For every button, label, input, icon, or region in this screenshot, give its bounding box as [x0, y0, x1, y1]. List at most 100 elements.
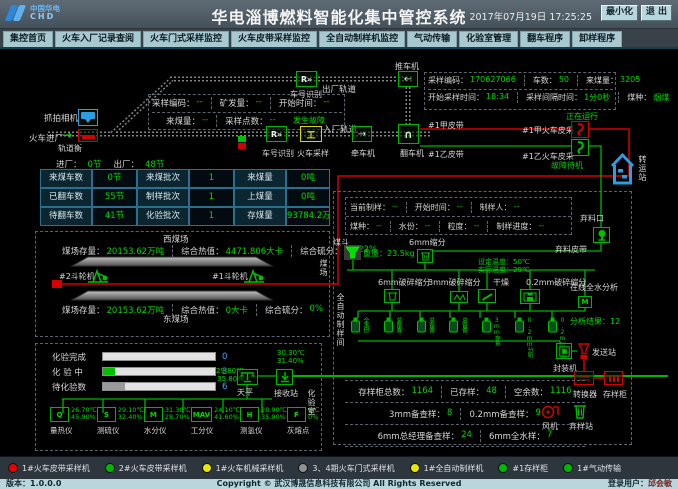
east-yard-title: 东煤场	[163, 313, 189, 325]
track-scale-label: 轨道衡	[58, 143, 82, 154]
nav-tab[interactable]: 卸样程序	[572, 31, 622, 47]
sampler-panel-row2: 煤种：--水份：--粒度：--制样进度：--	[346, 219, 571, 232]
progress-row: 待化验数 6	[52, 379, 234, 394]
nav-tab[interactable]: 化验室管理	[459, 31, 518, 47]
crush6-label: 6mm破碎缩分	[378, 277, 431, 288]
instrument-code-box[interactable]: MAV	[191, 407, 212, 422]
instrument-env: 24.10℃41.60%	[214, 407, 240, 422]
minimize-button[interactable]: 最小化	[601, 5, 638, 21]
sender-station-label: 发送站	[592, 347, 616, 358]
bottle-icon	[547, 317, 558, 333]
table-value-cell: 0节	[92, 169, 137, 188]
crush6-machine-icon[interactable]	[384, 289, 400, 303]
exit-button[interactable]: 退 出	[641, 5, 672, 21]
instrument-env: 31.30℃28.70%	[165, 407, 191, 422]
info-pair: 煤种：烟煤	[618, 92, 669, 103]
info-pair: 矿发量：--	[211, 97, 262, 109]
nav-tab[interactable]: 火车入厂记录查阅	[55, 31, 141, 47]
coal-hopper-icon[interactable]	[344, 245, 361, 260]
discard-port-icon[interactable]	[593, 227, 610, 243]
car-puller-label: 牵车机	[351, 148, 375, 159]
nav-tab[interactable]: 火车门式采样监控	[143, 31, 229, 47]
bottle-icon	[350, 317, 361, 333]
nav-tab[interactable]: 气动传输	[407, 31, 457, 47]
instrument-name: 水分仪	[144, 425, 167, 436]
dryer-icon[interactable]	[478, 289, 496, 303]
fan-icon[interactable]	[541, 404, 559, 419]
discard-station-icon[interactable]	[572, 403, 588, 419]
progress-label: 化 验 中	[52, 366, 96, 378]
divide6-bin-icon[interactable]	[417, 249, 433, 263]
signal-green-indicator	[238, 136, 246, 142]
instrument-code-box[interactable]: Q	[50, 407, 69, 422]
car-id-reader-icon-exit[interactable]: R»	[296, 71, 317, 87]
instrument-name: 灰熔点	[287, 425, 310, 436]
car-id-reader-icon-entry[interactable]: R»	[266, 126, 287, 142]
sample-bottle-group: 总备查	[416, 317, 435, 333]
fan-label: 风机	[542, 421, 558, 432]
crush3-machine-icon[interactable]	[450, 291, 468, 303]
instrument-code-box[interactable]: M	[144, 407, 163, 422]
car-dumper-icon[interactable]: ∩	[398, 124, 419, 144]
table-value-cell: 55节	[92, 188, 137, 207]
instrument: M 31.30℃28.70% 水分仪	[144, 407, 191, 436]
info-pair: 当前制样：--	[350, 202, 398, 213]
stacker2-icon[interactable]	[87, 267, 109, 284]
datetime-display: 2017年07月19日 17:25:25	[469, 9, 592, 23]
nav-tab[interactable]: 全自动制样机监控	[319, 31, 405, 47]
transfer-station-icon[interactable]	[609, 152, 636, 186]
belt-sampler-a-icon[interactable]	[571, 121, 589, 138]
info-pair: 空余数：1116	[505, 386, 572, 398]
balance-icon[interactable]	[237, 369, 258, 385]
cabinet-icon[interactable]	[604, 371, 623, 385]
bottle-label: 总备查	[460, 317, 467, 333]
instrument-env: 28.90℃35.90%	[261, 407, 287, 422]
legend-item: 1#气动传输	[563, 463, 621, 474]
nav-tab[interactable]: 翻车程序	[520, 31, 570, 47]
instrument: S 29.10℃32.40% 测硫仪	[97, 407, 144, 436]
info-pair: 存样柜总数：1164	[358, 386, 433, 398]
progress-label: 化验完成	[52, 351, 96, 363]
online-moisture-icon[interactable]: M	[578, 296, 592, 308]
nav-tab[interactable]: 集控首页	[3, 31, 53, 47]
table-label-cell: 上煤量	[234, 188, 286, 207]
train-sampler-icon[interactable]: 工	[300, 126, 322, 142]
legend-status-dot	[8, 463, 18, 473]
belt-sampler-a-label: #1甲火车皮采	[522, 125, 574, 136]
dry-label: 干燥	[493, 277, 509, 288]
legend-item: #1存样柜	[498, 463, 548, 474]
progress-bar	[102, 382, 216, 391]
car-puller-icon[interactable]: →	[352, 126, 372, 142]
legend-label: 1#火车皮带采样机	[22, 463, 90, 474]
receiver-station-icon[interactable]	[276, 369, 293, 385]
entry-panel-row1: 采样编码：--矿发量：--开始时间：--	[152, 95, 342, 113]
capture-camera-icon[interactable]	[78, 109, 98, 126]
crush02-machine-icon[interactable]	[520, 289, 540, 304]
status-bar: 版本：1.0.0.0 Copyright © 武汉博晟信息科技有限公司 All …	[0, 479, 678, 489]
info-pair: 水份：--	[390, 221, 431, 232]
sealer-icon[interactable]	[556, 343, 572, 359]
sender-station-icon[interactable]	[577, 343, 591, 360]
info-pair: 0.2mm备查样：9	[460, 408, 541, 420]
sampler-panel-row1: 当前制样：--开始时间：--制样人：--	[346, 200, 571, 217]
instrument-code-box[interactable]: F	[287, 407, 306, 422]
instrument-code-box[interactable]: H	[240, 407, 259, 422]
info-pair: 综合硫分：0%	[256, 304, 323, 316]
west-yard-info: 煤场存量：20153.62万吨综合热值：4471.806大卡综合硫分：1.322…	[62, 245, 377, 257]
info-pair: 开始采样时间：18:34	[428, 92, 509, 103]
sample-bottle-group: 全水份	[350, 317, 369, 333]
track-scale-icon[interactable]	[78, 129, 98, 142]
info-pair: 开始时间：--	[406, 202, 463, 213]
stacker1-icon[interactable]	[243, 267, 265, 284]
sampler-info-panel: 当前制样：--开始时间：--制样人：-- 煤种：--水份：--粒度：--制样进度…	[345, 197, 572, 235]
table-value-cell: 1	[189, 169, 234, 188]
belt-sampler-b-icon[interactable]	[571, 139, 589, 156]
info-pair: 车数：50	[524, 75, 569, 86]
discard-station-label: 弃样站	[569, 421, 593, 432]
receiver-env-readout: 30.30℃31.40%	[277, 349, 305, 365]
legend-item: 3、4期火车门式采样机	[298, 463, 394, 474]
nav-tab[interactable]: 火车皮带采样监控	[231, 31, 317, 47]
instrument-code-box[interactable]: S	[97, 407, 116, 422]
car-pusher-icon[interactable]: ←	[398, 71, 418, 87]
dumper-sampling-panel: 采样编码：170627066车数：50来煤量：3205 开始采样时间：18:34…	[428, 73, 613, 103]
